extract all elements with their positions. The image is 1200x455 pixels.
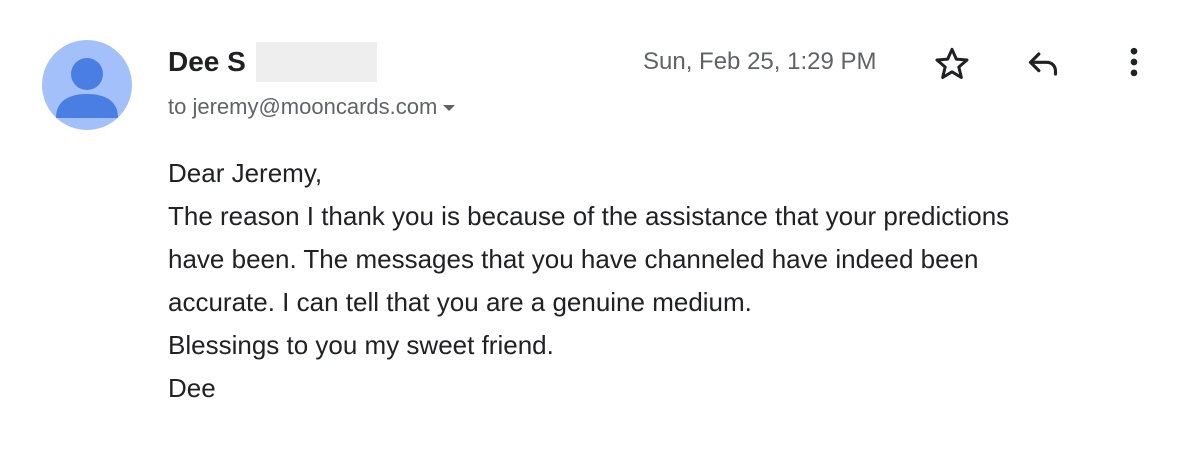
recipient-details[interactable]: to jeremy@mooncards.com — [168, 92, 456, 122]
body-line: Dee — [168, 373, 216, 403]
body-line: have been. The messages that you have ch… — [168, 244, 979, 274]
reply-button[interactable] — [1023, 44, 1063, 84]
redaction-block — [256, 42, 377, 82]
person-avatar-icon — [56, 58, 118, 118]
star-button[interactable] — [932, 44, 972, 84]
body-line: Blessings to you my sweet friend. — [168, 330, 554, 360]
chevron-down-icon[interactable] — [443, 105, 456, 111]
star-outline-icon — [935, 47, 969, 79]
more-options-button[interactable] — [1114, 42, 1154, 82]
reply-icon — [1028, 52, 1058, 76]
message-date: Sun, Feb 25, 1:29 PM — [643, 48, 877, 75]
message-body: Dear Jeremy, The reason I thank you is b… — [168, 152, 1178, 410]
sender-name[interactable]: Dee S — [168, 44, 246, 80]
body-line: The reason I thank you is because of the… — [168, 201, 1010, 231]
recipient-text: to jeremy@mooncards.com — [168, 94, 438, 119]
email-message: Dee S to jeremy@mooncards.com Sun, Feb 2… — [0, 0, 1200, 455]
body-line: accurate. I can tell that you are a genu… — [168, 287, 752, 317]
body-line: Dear Jeremy, — [168, 158, 323, 188]
sender-avatar[interactable] — [42, 40, 132, 130]
more-vert-icon — [1130, 47, 1138, 77]
